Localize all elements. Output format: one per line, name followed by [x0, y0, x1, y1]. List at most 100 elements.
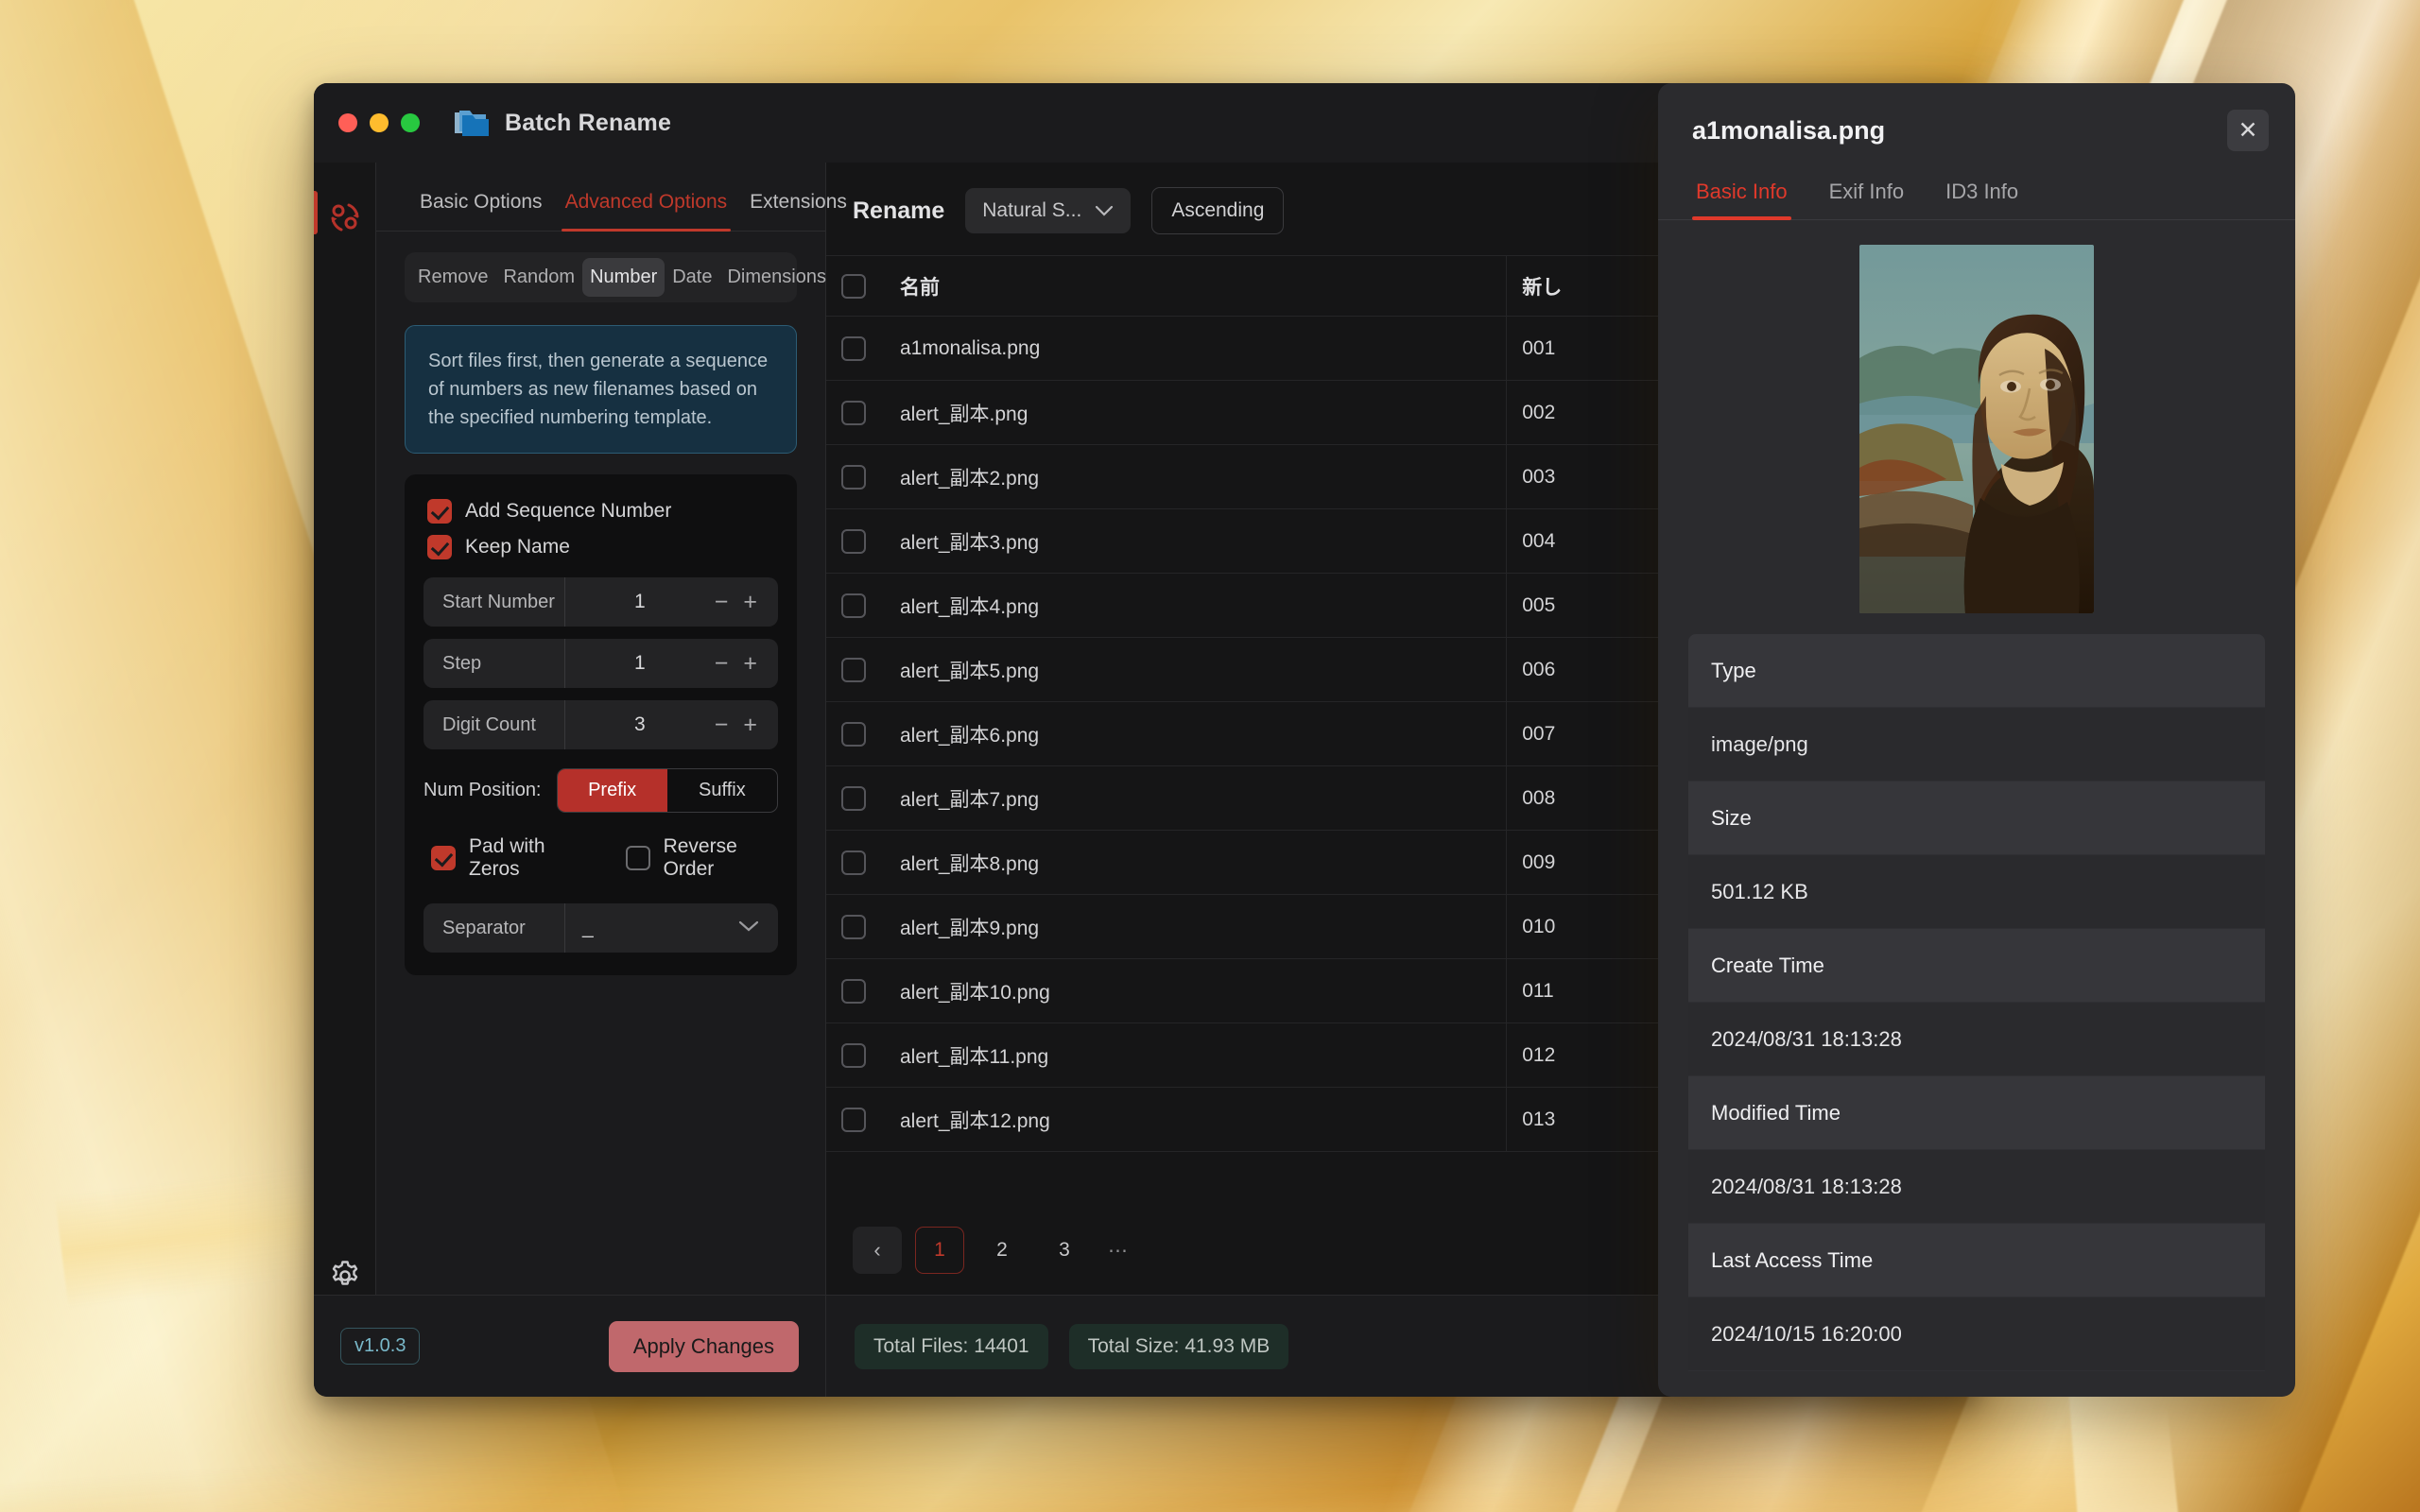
detail-panel-header: a1monalisa.png ✕ — [1658, 83, 2295, 172]
checkbox-keep-name[interactable] — [427, 535, 452, 559]
tab-basic-info[interactable]: Basic Info — [1692, 172, 1791, 220]
page-button-1[interactable]: 1 — [915, 1227, 964, 1274]
segment-remove[interactable]: Remove — [410, 258, 495, 297]
row-checkbox[interactable] — [841, 464, 866, 490]
increment-step-button[interactable]: + — [743, 651, 757, 676]
option-pad-with-zeros[interactable]: Pad with Zeros — [427, 830, 586, 886]
row-select-cell[interactable] — [826, 380, 885, 445]
sort-order-button[interactable]: Ascending — [1151, 187, 1285, 234]
row-select-cell[interactable] — [826, 894, 885, 959]
row-checkbox[interactable] — [841, 335, 866, 361]
select-all-header — [826, 255, 885, 317]
apply-changes-button[interactable]: Apply Changes — [608, 1320, 799, 1372]
row-select-cell[interactable] — [826, 316, 885, 381]
segment-dimensions[interactable]: Dimensions — [719, 258, 833, 297]
decrement-start-number-button[interactable]: − — [715, 590, 729, 614]
row-checkbox[interactable] — [841, 721, 866, 747]
row-checkbox[interactable] — [841, 528, 866, 554]
mona-lisa-preview-image[interactable] — [1859, 245, 2094, 613]
stepper-buttons: − + — [715, 590, 778, 614]
tab-exif-info[interactable]: Exif Info — [1825, 172, 1908, 219]
metadata-list: Type image/png Size 501.12 KB Create Time 202… — [1658, 634, 2295, 1397]
option-add-sequence-number[interactable]: Add Sequence Number — [424, 493, 778, 529]
checkbox-add-sequence-number[interactable] — [427, 499, 452, 524]
detail-file-name: a1monalisa.png — [1692, 115, 1886, 145]
separator-select[interactable]: Separator _ — [424, 903, 778, 953]
row-select-cell[interactable] — [826, 1022, 885, 1088]
tab-advanced-options[interactable]: Advanced Options — [554, 187, 739, 232]
row-checkbox[interactable] — [841, 1042, 866, 1068]
decrement-digit-count-button[interactable]: − — [715, 713, 729, 737]
decrement-step-button[interactable]: − — [715, 651, 729, 676]
value-step[interactable]: 1 — [565, 652, 715, 675]
footer-left-section: v1.0.3 Apply Changes — [314, 1296, 826, 1397]
stepper-buttons: − + — [715, 651, 778, 676]
zoom-window-button[interactable] — [401, 113, 420, 132]
column-header-name[interactable]: 名前 — [885, 255, 1508, 317]
row-checkbox[interactable] — [841, 1107, 866, 1132]
checkbox-reverse-order[interactable] — [625, 846, 650, 870]
row-select-cell[interactable] — [826, 573, 885, 638]
options-tabs: Basic Options Advanced Options Extension… — [376, 163, 847, 232]
page-button-2[interactable]: 2 — [977, 1227, 1027, 1274]
segment-number[interactable]: Number — [582, 258, 666, 297]
app-brand: Batch Rename — [452, 105, 671, 141]
increment-digit-count-button[interactable]: + — [743, 713, 757, 737]
close-icon[interactable]: ✕ — [2227, 110, 2269, 151]
label-reverse-order: Reverse Order — [663, 835, 737, 880]
row-select-cell[interactable] — [826, 637, 885, 702]
page-button-3[interactable]: 3 — [1040, 1227, 1089, 1274]
row-select-cell[interactable] — [826, 765, 885, 831]
row-select-cell[interactable] — [826, 508, 885, 574]
sort-mode-select[interactable]: Natural S... — [965, 188, 1132, 233]
option-keep-name[interactable]: Keep Name — [424, 529, 778, 565]
option-reverse-order[interactable]: Reverse Order — [622, 830, 778, 886]
chevron-down-icon — [738, 919, 778, 937]
metadata-value: 2024/08/31 18:13:28 — [1688, 1003, 2265, 1076]
segment-date[interactable]: Date — [665, 258, 719, 297]
segment-random[interactable]: Random — [495, 258, 582, 297]
num-position-segmented-control: Prefix Suffix — [556, 768, 778, 813]
page-ellipsis[interactable]: ⋯ — [1102, 1239, 1133, 1263]
row-select-cell[interactable] — [826, 701, 885, 766]
num-position-prefix-option[interactable]: Prefix — [557, 769, 667, 812]
panel-title-rename: Rename — [853, 197, 945, 224]
version-badge: v1.0.3 — [340, 1328, 421, 1365]
metadata-value: image/png — [1688, 708, 2265, 782]
tab-id3-info[interactable]: ID3 Info — [1942, 172, 2022, 219]
row-checkbox[interactable] — [841, 400, 866, 425]
metadata-key: Size — [1688, 782, 2265, 855]
row-select-cell[interactable] — [826, 958, 885, 1023]
tab-extensions[interactable]: Extensions — [738, 187, 858, 231]
cell-file-name: alert_副本4.png — [885, 573, 1508, 638]
checkbox-pad-with-zeros[interactable] — [431, 846, 456, 870]
value-start-number[interactable]: 1 — [565, 591, 715, 613]
left-rail — [314, 163, 376, 1295]
label-keep-name: Keep Name — [465, 536, 570, 558]
row-select-cell[interactable] — [826, 1087, 885, 1152]
tab-basic-options[interactable]: Basic Options — [408, 187, 554, 231]
total-files-badge: Total Files: 14401 — [855, 1323, 1048, 1369]
row-select-cell[interactable] — [826, 444, 885, 509]
row-checkbox[interactable] — [841, 978, 866, 1004]
cell-file-name: alert_副本9.png — [885, 894, 1508, 959]
previous-page-button[interactable]: ‹ — [853, 1227, 902, 1274]
close-window-button[interactable] — [338, 113, 357, 132]
value-digit-count[interactable]: 3 — [565, 713, 715, 736]
minimize-window-button[interactable] — [370, 113, 389, 132]
label-pad-with-zeros: Pad with Zeros — [469, 835, 545, 880]
row-checkbox[interactable] — [841, 593, 866, 618]
row-checkbox[interactable] — [841, 850, 866, 875]
row-select-cell[interactable] — [826, 830, 885, 895]
row-checkbox[interactable] — [841, 785, 866, 811]
row-checkbox[interactable] — [841, 914, 866, 939]
gear-icon[interactable] — [326, 1257, 364, 1295]
folders-icon — [452, 105, 492, 141]
cell-file-name: alert_副本8.png — [885, 830, 1508, 895]
rename-cycle-icon[interactable] — [326, 198, 364, 236]
num-position-suffix-option[interactable]: Suffix — [667, 769, 777, 812]
number-options-card: Add Sequence Number Keep Name Start Numb… — [405, 474, 797, 975]
select-all-checkbox[interactable] — [841, 273, 866, 299]
increment-start-number-button[interactable]: + — [743, 590, 757, 614]
row-checkbox[interactable] — [841, 657, 866, 682]
